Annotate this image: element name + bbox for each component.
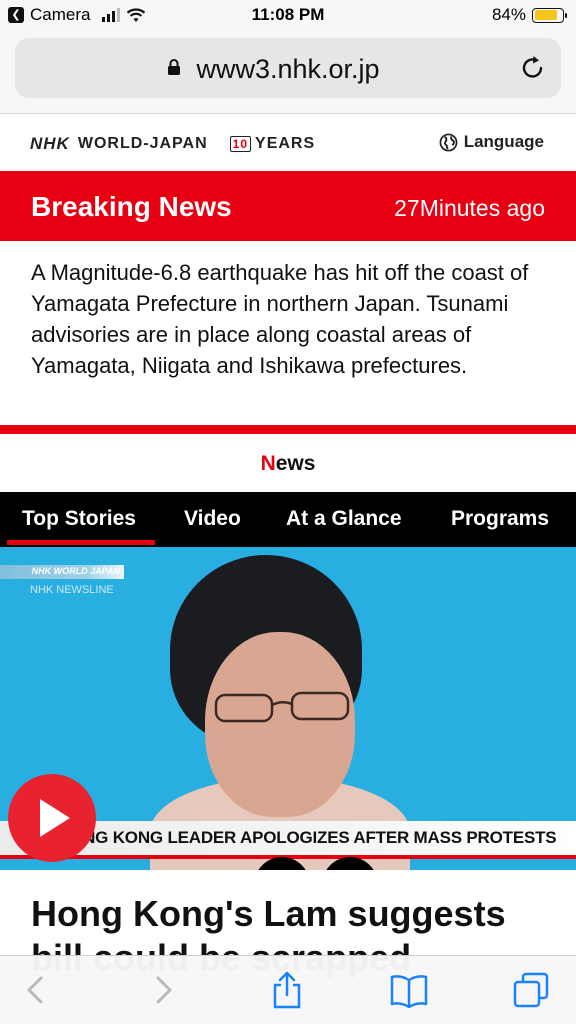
forward-arrow-icon[interactable] xyxy=(143,970,183,1010)
hero-video-thumbnail[interactable]: NHK WORLD JAPAN NHK NEWSLINE HONG KONG L… xyxy=(0,547,576,870)
status-bar: ❮ Camera 11:08 PM 84% xyxy=(0,0,576,32)
newsline-watermark: NHK NEWSLINE xyxy=(30,584,114,596)
breaking-news-title: Breaking News xyxy=(31,191,232,222)
url-text: www3.nhk.or.jp xyxy=(196,54,380,84)
news-tab-bar: Top Stories Video At a Glance Programs xyxy=(0,492,576,547)
broadcast-brand-bar: NHK WORLD JAPAN xyxy=(0,565,124,579)
tab-programs[interactable]: Programs xyxy=(451,507,549,531)
breaking-news-age: 27Minutes ago xyxy=(394,195,545,221)
globe-icon xyxy=(439,133,458,151)
play-button-icon[interactable] xyxy=(8,774,96,862)
years-badge: 10 YEARS xyxy=(229,135,316,153)
tabs-icon[interactable] xyxy=(511,970,551,1010)
reload-icon[interactable] xyxy=(519,54,547,82)
bookmarks-icon[interactable] xyxy=(389,970,429,1010)
logo-world-japan: WORLD-JAPAN xyxy=(77,135,208,152)
tab-video[interactable]: Video xyxy=(184,507,241,531)
active-tab-indicator xyxy=(7,540,155,545)
back-arrow-icon[interactable] xyxy=(16,970,56,1010)
news-section-label: News xyxy=(260,452,316,475)
years-text: YEARS xyxy=(255,135,316,152)
battery-status: 84% xyxy=(491,5,567,25)
speaker-glasses xyxy=(214,691,350,723)
tab-top-stories[interactable]: Top Stories xyxy=(22,507,136,531)
browser-toolbar xyxy=(0,955,576,1024)
section-divider xyxy=(0,425,576,434)
clock: 11:08 PM xyxy=(251,5,325,24)
browser-chrome: www3.nhk.or.jp xyxy=(0,32,576,114)
language-label: Language xyxy=(463,132,544,151)
breaking-news-banner[interactable]: Breaking News 27Minutes ago xyxy=(0,171,576,241)
share-icon[interactable] xyxy=(267,970,307,1010)
battery-percent: 84% xyxy=(491,5,526,24)
battery-icon xyxy=(532,7,567,23)
address-bar[interactable]: www3.nhk.or.jp xyxy=(15,38,561,98)
language-button[interactable]: Language xyxy=(439,132,544,152)
battery-fill xyxy=(534,10,558,20)
breaking-news-body[interactable]: A Magnitude-6.8 earthquake has hit off t… xyxy=(31,257,551,381)
logo-nhk: NHK xyxy=(30,134,70,153)
years-mark: 10 xyxy=(229,136,252,152)
tab-at-a-glance[interactable]: At a Glance xyxy=(286,507,402,531)
nhk-world-logo[interactable]: NHK WORLD-JAPAN 10 YEARS xyxy=(30,134,315,154)
site-header: NHK WORLD-JAPAN 10 YEARS Language xyxy=(0,114,576,171)
